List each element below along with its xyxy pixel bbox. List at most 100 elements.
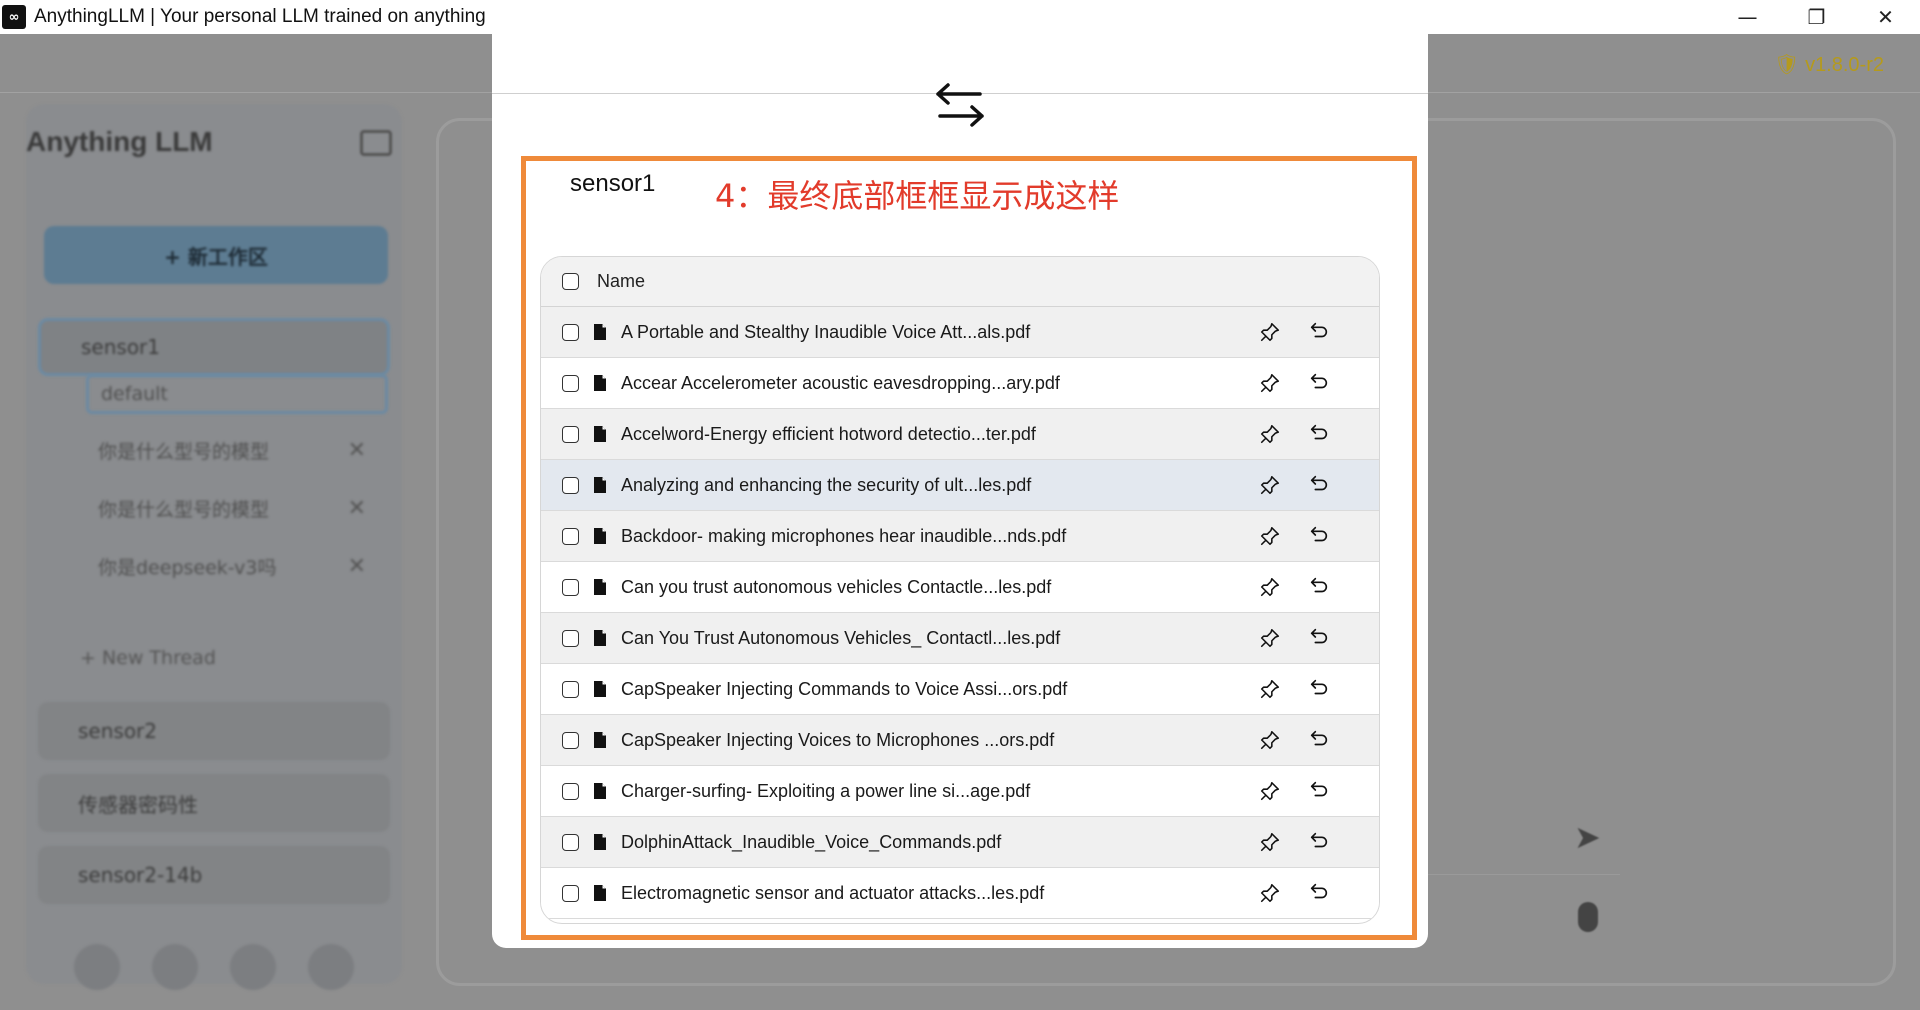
row-checkbox[interactable] <box>562 833 579 851</box>
file-name: Backdoor- making microphones hear inaudi… <box>621 525 1067 546</box>
table-row[interactable]: DolphinAttack_Inaudible_Voice_Commands.p… <box>541 817 1379 868</box>
pin-icon[interactable] <box>1259 321 1281 343</box>
brand-logo: Anything LLM <box>26 126 213 157</box>
workspace-item-sensor1[interactable]: sensor1 <box>38 318 390 376</box>
row-checkbox[interactable] <box>562 323 579 341</box>
remove-from-workspace-icon[interactable] <box>1308 575 1330 597</box>
document-manager-modal: sensor1 4：最终底部框框显示成这样 Name A Portable an… <box>492 34 1428 948</box>
file-name: Accear Accelerometer acoustic eavesdropp… <box>621 372 1060 393</box>
file-icon <box>594 783 606 799</box>
table-row[interactable]: Analyzing and enhancing the security of … <box>541 460 1379 511</box>
maximize-button[interactable]: ❐ <box>1782 0 1851 34</box>
pin-icon[interactable] <box>1259 780 1281 802</box>
remove-from-workspace-icon[interactable] <box>1308 728 1330 750</box>
workspace-name: sensor1 <box>570 170 656 197</box>
workspace-item-sensor2[interactable]: sensor2 <box>38 702 390 760</box>
pin-icon[interactable] <box>1259 627 1281 649</box>
delete-thread-icon[interactable]: ✕ <box>348 554 366 579</box>
table-row[interactable]: Backdoor- making microphones hear inaudi… <box>541 511 1379 562</box>
row-checkbox[interactable] <box>562 782 579 800</box>
version-text: v1.8.0-r2 <box>1805 54 1884 76</box>
annotation-text: 4：最终底部框框显示成这样 <box>715 177 1120 215</box>
table-body: A Portable and Stealthy Inaudible Voice … <box>541 307 1379 919</box>
row-checkbox[interactable] <box>562 476 579 494</box>
pin-icon[interactable] <box>1259 882 1281 904</box>
sidebar-toggle-icon[interactable] <box>360 130 392 156</box>
settings-wrench-button[interactable] <box>308 944 354 990</box>
remove-from-workspace-icon[interactable] <box>1308 830 1330 852</box>
pin-icon[interactable] <box>1259 729 1281 751</box>
workspace-item[interactable]: 传感器密码性 <box>38 774 390 832</box>
remove-from-workspace-icon[interactable] <box>1308 320 1330 342</box>
file-icon <box>594 681 606 697</box>
remove-from-workspace-icon[interactable] <box>1308 524 1330 546</box>
row-checkbox[interactable] <box>562 374 579 392</box>
delete-thread-icon[interactable]: ✕ <box>348 496 366 521</box>
file-icon <box>594 834 606 850</box>
table-row[interactable]: Accear Accelerometer acoustic eavesdropp… <box>541 358 1379 409</box>
new-thread-button[interactable]: + New Thread <box>80 647 216 669</box>
row-checkbox[interactable] <box>562 731 579 749</box>
table-row[interactable]: Charger-surfing- Exploiting a power line… <box>541 766 1379 817</box>
close-button[interactable]: ✕ <box>1851 0 1920 34</box>
thread-item-default[interactable]: default <box>86 374 388 414</box>
app-logo-icon: ∞ <box>2 5 26 29</box>
table-row[interactable]: Can You Trust Autonomous Vehicles_ Conta… <box>541 613 1379 664</box>
pin-icon[interactable] <box>1259 678 1281 700</box>
remove-from-workspace-icon[interactable] <box>1308 473 1330 495</box>
remove-from-workspace-icon[interactable] <box>1308 626 1330 648</box>
thread-label: 你是deepseek-v3吗 <box>98 556 277 579</box>
pin-icon[interactable] <box>1259 372 1281 394</box>
microphone-icon[interactable] <box>1578 902 1598 932</box>
row-checkbox[interactable] <box>562 884 579 902</box>
delete-thread-icon[interactable]: ✕ <box>348 438 366 463</box>
file-name: DolphinAttack_Inaudible_Voice_Commands.p… <box>621 831 1002 852</box>
pin-icon[interactable] <box>1259 525 1281 547</box>
table-row[interactable]: CapSpeaker Injecting Commands to Voice A… <box>541 664 1379 715</box>
workspace-item-sensor2-14b[interactable]: sensor2-14b <box>38 846 390 904</box>
thread-item[interactable]: 你是什么型号的模型 ✕ <box>86 488 388 528</box>
file-icon <box>594 732 606 748</box>
table-row[interactable]: Electromagnetic sensor and actuator atta… <box>541 868 1379 919</box>
minimize-button[interactable]: — <box>1713 0 1782 34</box>
file-icon <box>594 324 606 340</box>
file-icon <box>594 477 606 493</box>
thread-label: 你是什么型号的模型 <box>98 440 270 463</box>
thread-label: 你是什么型号的模型 <box>98 498 270 521</box>
row-checkbox[interactable] <box>562 578 579 596</box>
row-checkbox[interactable] <box>562 527 579 545</box>
file-name: Accelword-Energy efficient hotword detec… <box>621 423 1036 444</box>
row-checkbox[interactable] <box>562 425 579 443</box>
column-header-name: Name <box>597 271 646 291</box>
thread-item[interactable]: 你是deepseek-v3吗 ✕ <box>86 546 388 586</box>
send-icon[interactable]: ➤ <box>1574 818 1601 856</box>
file-name: Can you trust autonomous vehicles Contac… <box>621 576 1052 597</box>
pin-icon[interactable] <box>1259 576 1281 598</box>
remove-from-workspace-icon[interactable] <box>1308 371 1330 393</box>
file-name: Charger-surfing- Exploiting a power line… <box>621 780 1031 801</box>
row-checkbox[interactable] <box>562 629 579 647</box>
table-row[interactable]: Can you trust autonomous vehicles Contac… <box>541 562 1379 613</box>
row-checkbox[interactable] <box>562 680 579 698</box>
move-documents-arrows-icon[interactable] <box>934 80 986 130</box>
table-row[interactable]: CapSpeaker Injecting Voices to Microphon… <box>541 715 1379 766</box>
docs-button[interactable] <box>152 944 198 990</box>
select-all-checkbox[interactable] <box>562 273 579 290</box>
new-workspace-button[interactable]: + 新工作区 <box>44 226 388 284</box>
window-controls: — ❐ ✕ <box>1713 0 1920 34</box>
file-name: CapSpeaker Injecting Commands to Voice A… <box>621 678 1068 699</box>
file-icon <box>594 579 606 595</box>
discord-button[interactable] <box>230 944 276 990</box>
remove-from-workspace-icon[interactable] <box>1308 677 1330 699</box>
file-name: Can You Trust Autonomous Vehicles_ Conta… <box>621 627 1061 648</box>
table-row[interactable]: Accelword-Energy efficient hotword detec… <box>541 409 1379 460</box>
thread-item[interactable]: 你是什么型号的模型 ✕ <box>86 430 388 470</box>
pin-icon[interactable] <box>1259 474 1281 496</box>
remove-from-workspace-icon[interactable] <box>1308 779 1330 801</box>
pin-icon[interactable] <box>1259 423 1281 445</box>
remove-from-workspace-icon[interactable] <box>1308 422 1330 444</box>
pin-icon[interactable] <box>1259 831 1281 853</box>
table-row[interactable]: A Portable and Stealthy Inaudible Voice … <box>541 307 1379 358</box>
remove-from-workspace-icon[interactable] <box>1308 881 1330 903</box>
community-button[interactable] <box>74 944 120 990</box>
